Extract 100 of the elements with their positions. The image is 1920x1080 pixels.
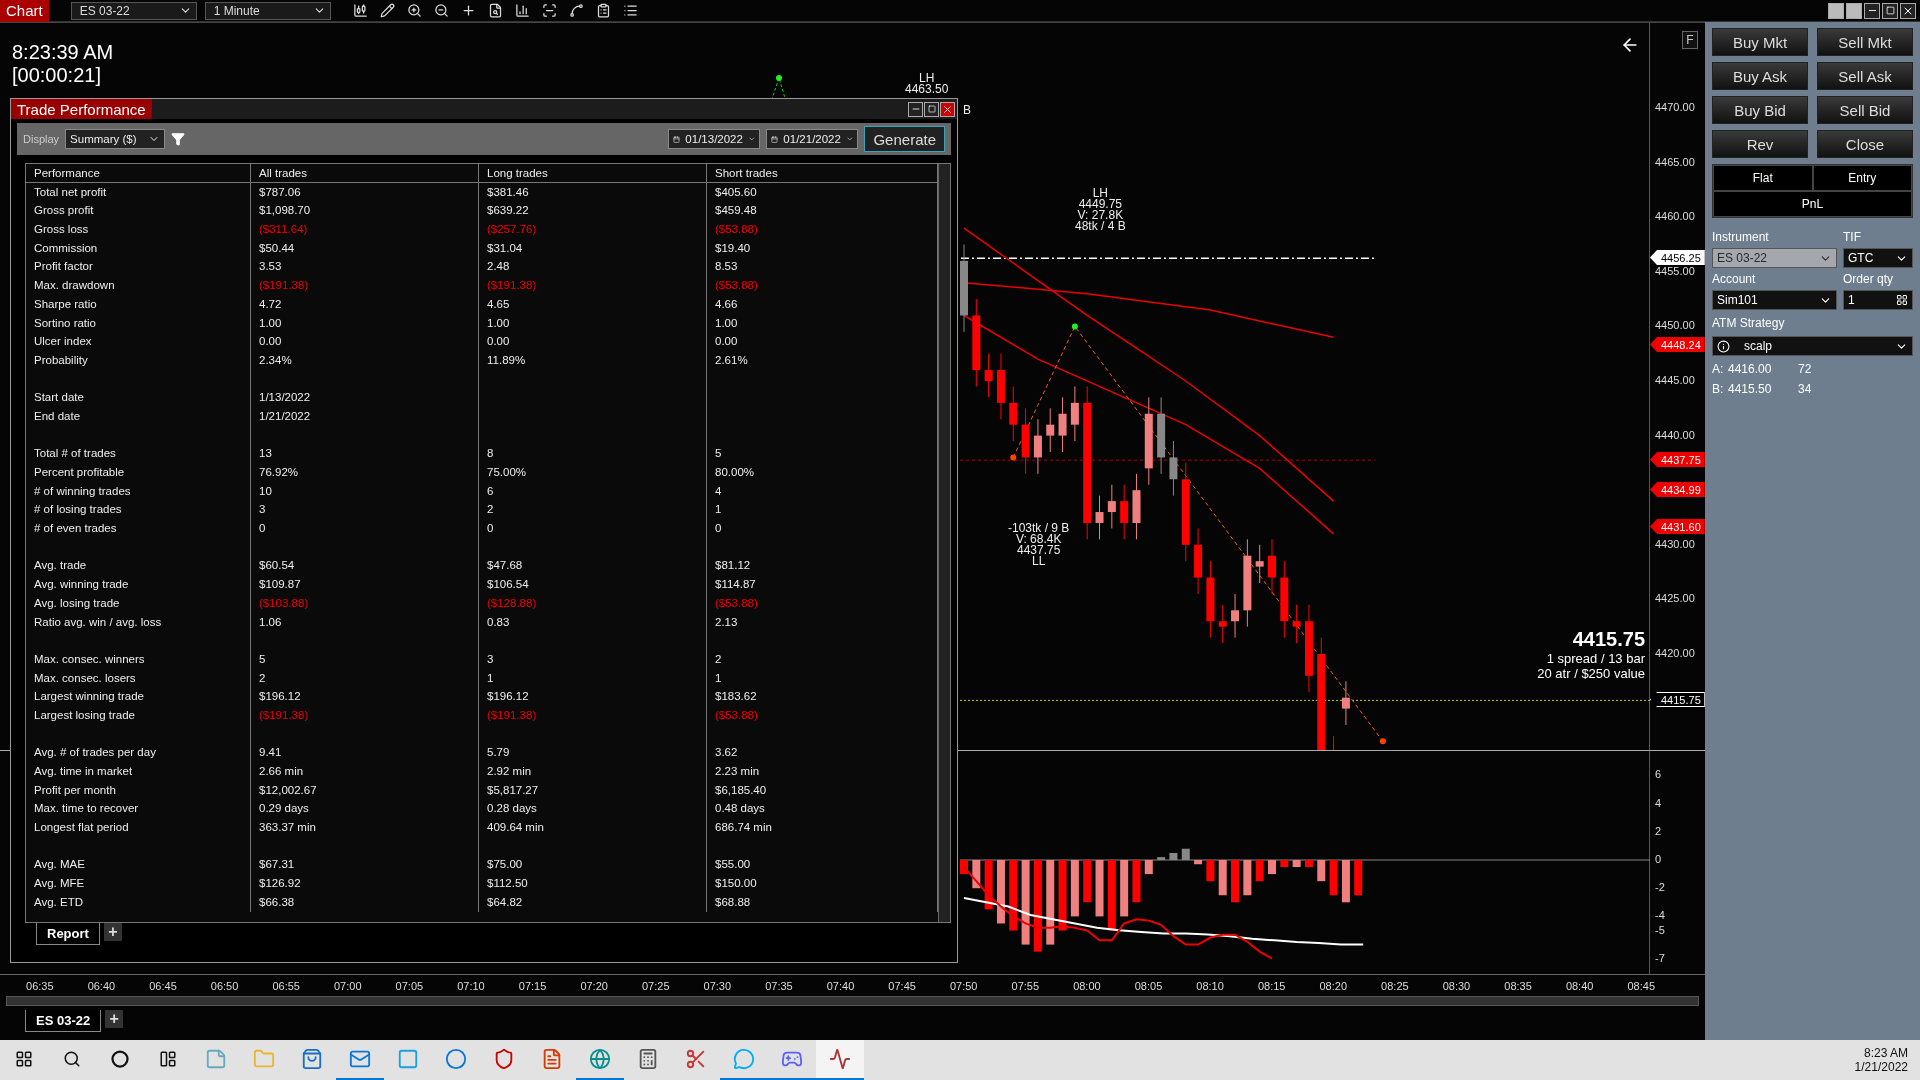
end-date-select[interactable]: 01/21/2022 [766, 129, 859, 149]
metric-label: Largest winning trade [26, 687, 251, 706]
field-label: Account [1712, 272, 1757, 286]
metric-label: Total # of trades [26, 444, 251, 463]
flag-button[interactable]: F [1682, 31, 1698, 49]
info-icon[interactable] [1717, 339, 1730, 353]
metric-value: 0.83 [479, 612, 707, 632]
metric-value: 6 [479, 481, 707, 501]
tile-icon[interactable] [1828, 2, 1844, 19]
time-axis-label: 06:35 [25, 979, 55, 992]
quote-side: A: [1712, 362, 1725, 376]
add-tab-button[interactable]: + [103, 923, 122, 941]
metric-label: Probability [26, 350, 251, 370]
bar-chart-icon[interactable] [352, 3, 368, 18]
line-drawing-icon[interactable] [568, 3, 584, 18]
price-marker: 4415.75 [1650, 692, 1705, 707]
metric-value: 4.65 [479, 294, 707, 314]
tile-icon[interactable] [1846, 2, 1862, 19]
metric-value: 75.00% [479, 463, 707, 482]
close-icon[interactable] [940, 101, 955, 117]
report-tab[interactable]: Report [36, 923, 100, 945]
chart-annotation: 4449.75 [1078, 199, 1123, 210]
metric-value: 0.00 [479, 332, 707, 351]
interval-select[interactable]: 1 Minute [204, 1, 331, 20]
maximize-icon[interactable] [1882, 2, 1898, 19]
display-select[interactable]: Summary ($) [65, 129, 166, 149]
time-axis-label: 08:20 [1318, 979, 1349, 992]
atm-strategy-select[interactable]: scalp [1712, 336, 1913, 356]
metric-label: Total net profit [26, 182, 251, 202]
order-button[interactable]: Rev [1712, 130, 1808, 158]
field-select[interactable]: 1 [1843, 290, 1913, 310]
metric-label: Max. time to recover [26, 799, 251, 819]
histogram-bar [1292, 860, 1301, 868]
zoom-out-icon[interactable] [433, 3, 449, 18]
histogram-bar [1354, 860, 1363, 896]
metric-value: ($191.38) [251, 276, 479, 295]
candle [1132, 473, 1141, 540]
candle [1107, 484, 1116, 529]
scrollbar[interactable] [938, 164, 950, 922]
order-button[interactable]: Sell Bid [1817, 96, 1913, 124]
document-search-icon[interactable] [487, 3, 503, 18]
histogram-bar [1329, 860, 1338, 896]
generate-button[interactable]: Generate [864, 126, 945, 152]
calendar-icon [673, 133, 681, 145]
order-button[interactable]: Buy Mkt [1712, 28, 1808, 56]
pencil-icon[interactable] [379, 3, 395, 18]
chart-app-icon[interactable] [816, 1040, 864, 1080]
time-axis-label: 07:05 [394, 979, 425, 992]
chart-annotation: LL [1032, 556, 1046, 567]
instrument-select[interactable]: ES 03-22 [70, 1, 197, 20]
maximize-icon[interactable] [924, 101, 939, 117]
bars-icon[interactable] [514, 3, 530, 18]
histogram-bar [984, 860, 993, 910]
price-info: 1 spread / 13 bar [1546, 651, 1645, 666]
field-select[interactable]: GTC [1843, 248, 1913, 268]
filter-icon[interactable] [171, 132, 186, 146]
window-title: Trade Performance [11, 99, 152, 119]
indicator-axis-label: -7 [1655, 952, 1665, 964]
order-button[interactable]: Buy Ask [1712, 62, 1808, 90]
metric-value: 2 [479, 500, 707, 520]
order-button[interactable]: Buy Bid [1712, 96, 1808, 124]
metric-value: 2.92 min [479, 762, 707, 781]
start-date-select[interactable]: 01/13/2022 [668, 129, 761, 149]
order-button[interactable]: Sell Ask [1817, 62, 1913, 90]
metric-value: $196.12 [251, 687, 479, 706]
minimize-icon[interactable] [908, 101, 923, 117]
order-button[interactable]: Close [1817, 130, 1913, 158]
histogram-bar [1341, 860, 1350, 903]
scrollbar[interactable] [6, 996, 1699, 1006]
price-axis-label: 4460.00 [1655, 210, 1695, 222]
metric-value: 1.00 [251, 313, 479, 333]
metric-value: 11.89% [479, 350, 707, 370]
metric-label: Avg. MAE [26, 855, 251, 875]
indicator-axis-label: 2 [1655, 825, 1662, 837]
scan-icon[interactable] [541, 3, 557, 18]
clipboard-icon[interactable] [595, 3, 611, 18]
time-axis-label: 06:50 [209, 979, 240, 992]
close-icon[interactable] [1900, 2, 1916, 19]
metric-value: $60.54 [251, 556, 479, 576]
metric-value: $66.38 [251, 892, 479, 912]
metric-value: 1.00 [479, 313, 707, 333]
list-icon[interactable] [622, 3, 638, 18]
metric-value: $381.46 [479, 182, 707, 202]
metric-value: ($191.38) [479, 705, 707, 725]
chart-tab[interactable]: ES 03-22 [25, 1010, 102, 1032]
metric-value: 0.29 days [251, 799, 479, 819]
bar-timer: [00:00:21] [12, 64, 102, 87]
histogram-bar [1218, 860, 1227, 896]
field-select[interactable]: Sim101 [1712, 290, 1837, 310]
minimize-icon[interactable] [1864, 2, 1880, 19]
zoom-in-icon[interactable] [406, 3, 422, 18]
histogram-bar [1194, 860, 1203, 865]
crosshair-icon[interactable] [460, 3, 476, 18]
candle [1255, 544, 1264, 584]
add-tab-button[interactable]: + [105, 1010, 124, 1028]
metric-label: Gross profit [26, 201, 251, 221]
order-button[interactable]: Sell Mkt [1817, 28, 1913, 56]
column-header: Long trades [479, 164, 707, 183]
histogram-bar [1280, 860, 1289, 868]
histogram-bar [1132, 860, 1141, 903]
